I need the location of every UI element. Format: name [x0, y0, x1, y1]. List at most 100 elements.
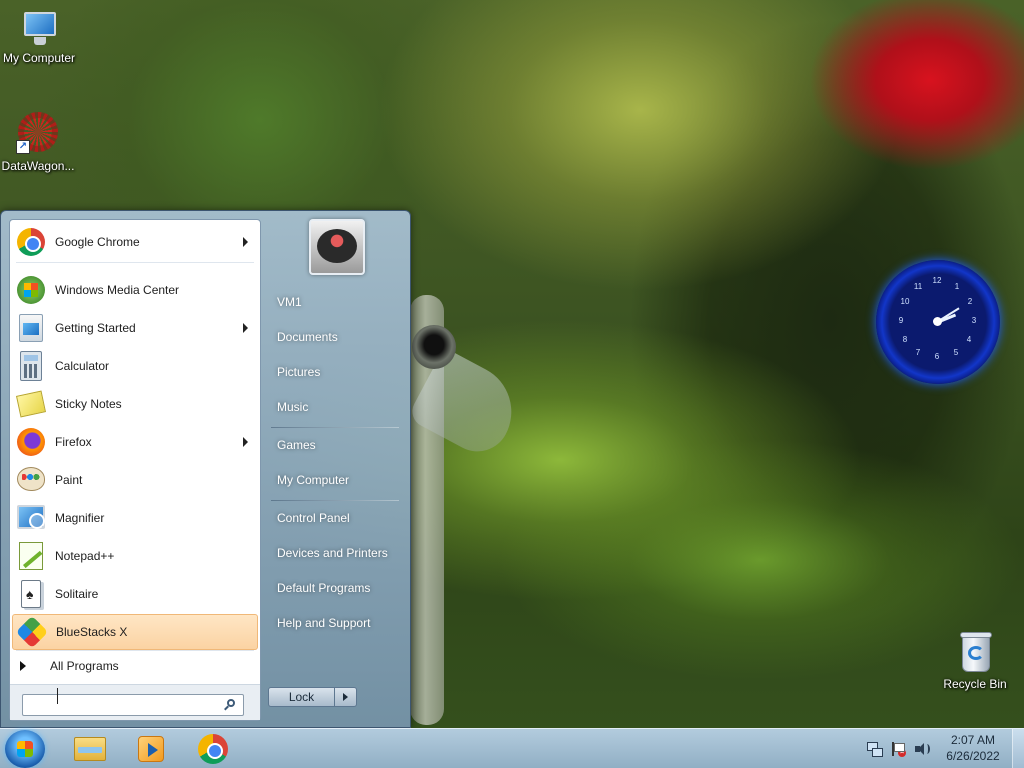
start-menu-programs-pane: Google Chrome Windows Media Center Getti… [9, 219, 261, 721]
start-search-area [10, 684, 260, 720]
desktop-icon-my-computer[interactable]: My Computer [0, 8, 81, 65]
shutdown-options-button[interactable] [335, 687, 357, 707]
lock-button[interactable]: Lock [268, 687, 335, 707]
chevron-right-icon [343, 693, 348, 701]
place-label: My Computer [277, 473, 350, 487]
place-label: Documents [277, 330, 338, 344]
place-label: Control Panel [277, 511, 350, 525]
place-item-music[interactable]: Music [269, 391, 399, 423]
start-search-input[interactable] [22, 694, 244, 716]
submenu-arrow-icon[interactable] [243, 323, 248, 333]
submenu-arrow-icon[interactable] [243, 437, 248, 447]
firefox-icon [14, 425, 48, 459]
program-label: Notepad++ [55, 549, 115, 563]
place-label: Devices and Printers [277, 546, 388, 560]
clock-number: 8 [902, 335, 908, 344]
windows-logo-icon [17, 741, 33, 757]
taskbar: × 2:07 AM 6/26/2022 [0, 728, 1024, 768]
program-label: Firefox [55, 435, 92, 449]
show-desktop-button[interactable] [1012, 729, 1024, 768]
program-label: Solitaire [55, 587, 99, 601]
program-item-magnifier[interactable]: Magnifier [12, 500, 258, 536]
network-icon[interactable] [866, 741, 883, 757]
all-programs-button[interactable]: All Programs [12, 654, 258, 678]
program-item-windows-media-center[interactable]: Windows Media Center [12, 272, 258, 308]
program-item-calculator[interactable]: Calculator [12, 348, 258, 384]
datawagon-shortcut-icon: ↗ [16, 112, 60, 156]
place-item-control-panel[interactable]: Control Panel [269, 502, 399, 534]
divider [271, 427, 399, 428]
place-label: Help and Support [277, 616, 371, 630]
clock-number: 10 [900, 297, 910, 306]
action-center-flag-icon[interactable]: × [890, 741, 906, 757]
place-item-games[interactable]: Games [269, 429, 399, 461]
place-item-pictures[interactable]: Pictures [269, 356, 399, 388]
place-item-my-computer[interactable]: My Computer [269, 464, 399, 496]
getting-started-icon [14, 311, 48, 345]
desktop-icon-label: DataWagon... [1, 159, 75, 173]
all-programs-arrow-icon [20, 661, 26, 671]
wallpaper-dragonfly-eye [412, 325, 456, 369]
divider [16, 262, 254, 263]
taskbar-clock[interactable]: 2:07 AM 6/26/2022 [938, 732, 1008, 766]
program-item-solitaire[interactable]: Solitaire [12, 576, 258, 612]
recycle-bin-icon [958, 630, 992, 674]
program-label: Windows Media Center [55, 283, 180, 297]
clock-number: 9 [898, 316, 904, 325]
program-item-sticky-notes[interactable]: Sticky Notes [12, 386, 258, 422]
lock-label: Lock [288, 690, 315, 704]
clock-number: 1 [954, 282, 960, 291]
chrome-icon [198, 734, 228, 764]
program-label: Sticky Notes [55, 397, 122, 411]
place-item-help-and-support[interactable]: Help and Support [269, 607, 399, 639]
program-item-firefox[interactable]: Firefox [12, 424, 258, 460]
place-label: Default Programs [277, 581, 371, 595]
place-item-vm1[interactable]: VM1 [269, 286, 399, 318]
place-label: Music [277, 400, 309, 414]
program-item-google-chrome[interactable]: Google Chrome [12, 224, 258, 260]
program-label: BlueStacks X [56, 625, 128, 639]
place-item-documents[interactable]: Documents [269, 321, 399, 353]
program-label: Magnifier [55, 511, 105, 525]
start-button[interactable] [5, 730, 45, 768]
clock-number: 12 [932, 276, 942, 285]
windows-explorer-icon [74, 737, 106, 761]
chrome-icon [14, 225, 48, 259]
sticky-notes-icon [14, 387, 48, 421]
program-item-paint[interactable]: Paint [12, 462, 258, 498]
place-label: VM1 [277, 295, 302, 309]
windows-media-center-icon [14, 273, 48, 307]
calculator-icon [14, 349, 48, 383]
taskbar-button-chrome[interactable] [186, 731, 240, 767]
clock-gadget[interactable]: 12 1 2 3 4 5 6 7 8 9 10 11 [876, 260, 1000, 384]
user-account-picture[interactable] [309, 219, 365, 275]
submenu-arrow-icon[interactable] [243, 237, 248, 247]
place-item-default-programs[interactable]: Default Programs [269, 572, 399, 604]
clock-number: 4 [966, 335, 972, 344]
place-item-devices-and-printers[interactable]: Devices and Printers [269, 537, 399, 569]
speaker-icon[interactable] [914, 741, 930, 757]
program-label: Calculator [55, 359, 110, 373]
search-icon[interactable] [224, 699, 236, 711]
magnifier-icon [14, 501, 48, 535]
bluestacks-icon [15, 615, 49, 649]
solitaire-icon [14, 577, 48, 611]
clock-number: 11 [913, 282, 923, 291]
clock-number: 6 [934, 352, 940, 361]
taskbar-button-windows-media-player[interactable] [124, 731, 178, 767]
clock-number: 5 [953, 348, 959, 357]
divider [16, 650, 254, 651]
place-label: Games [277, 438, 316, 452]
taskbar-date: 6/26/2022 [946, 749, 1000, 763]
windows-media-player-icon [138, 736, 164, 762]
program-item-bluestacks-x[interactable]: BlueStacks X [12, 614, 258, 650]
desktop-icon-label: My Computer [2, 51, 76, 65]
paint-icon [14, 463, 48, 497]
program-item-notepad-plus-plus[interactable]: Notepad++ [12, 538, 258, 574]
program-item-getting-started[interactable]: Getting Started [12, 310, 258, 346]
taskbar-button-windows-explorer[interactable] [62, 731, 116, 767]
clock-number: 2 [967, 297, 973, 306]
desktop-icon-recycle-bin[interactable]: Recycle Bin [933, 630, 1017, 691]
all-programs-label: All Programs [50, 659, 119, 673]
desktop-icon-datawagon[interactable]: ↗ DataWagon... [0, 112, 80, 173]
